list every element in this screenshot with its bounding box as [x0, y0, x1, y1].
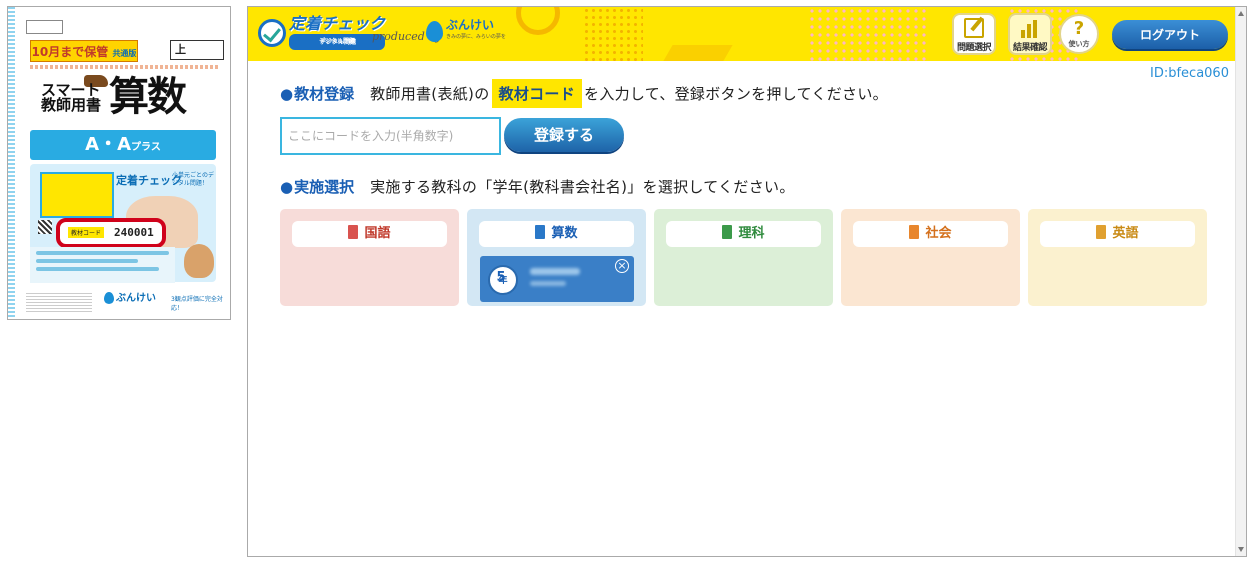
subject-panel-science: 理科	[654, 209, 833, 306]
register-title: 教材登録	[280, 83, 354, 104]
blurred-publisher-name	[530, 268, 580, 275]
edit-icon	[964, 18, 984, 38]
app-header: 定着チェック デジタル問題 produced by ぶんけい きみの夢に、みらい…	[248, 7, 1235, 61]
cover-title-small: スマート 教師用書	[41, 83, 101, 113]
nav-question-select-button[interactable]: 問題選択	[952, 13, 996, 55]
subject-chip-math[interactable]: 算数	[479, 221, 634, 247]
book-icon	[535, 225, 546, 239]
scroll-up-icon[interactable]	[1238, 11, 1244, 16]
cover-grade-suffix: プラス	[131, 142, 161, 153]
close-icon[interactable]: ×	[615, 259, 629, 273]
cover-keep-text: 10月まで保管	[31, 45, 109, 59]
subject-chip-japanese[interactable]: 国語	[292, 221, 447, 247]
user-id: ID:bfeca060	[1150, 66, 1229, 81]
checkmark-logo-icon	[258, 19, 286, 47]
publisher-tagline: きみの夢に、みらいの夢を	[446, 34, 506, 40]
cover-promo-screen	[40, 172, 114, 218]
cover-footnote	[26, 293, 92, 313]
cover-grade-band: A・Aプラス	[30, 130, 216, 160]
material-code-highlight: 教材コード	[491, 79, 583, 108]
register-desc-after: を入力して、登録ボタンを押してください。	[584, 85, 888, 103]
book-icon	[348, 225, 359, 239]
book-icon	[909, 225, 920, 239]
select-title: 実施選択	[280, 176, 354, 197]
logo-title: 定着チェック	[289, 14, 386, 33]
cover-binding-strip	[8, 7, 15, 319]
register-section-header: 教材登録 教師用書(表紙)の教材コードを入力して、登録ボタンを押してください。	[280, 79, 888, 108]
subject-panel-japanese: 国語	[280, 209, 459, 306]
cover-title-large: 算数	[109, 74, 187, 120]
subject-label: 算数	[551, 226, 578, 241]
scroll-down-icon[interactable]	[1238, 547, 1244, 552]
cover-feature-list	[30, 247, 175, 283]
vertical-scrollbar[interactable]	[1235, 7, 1246, 556]
subject-chip-social[interactable]: 社会	[853, 221, 1008, 247]
subject-chip-science[interactable]: 理科	[666, 221, 821, 247]
select-desc: 実施する教科の「学年(教科書会社名)」を選択してください。	[370, 178, 795, 196]
subject-label: 理科	[738, 226, 765, 241]
book-icon	[722, 225, 733, 239]
register-desc-before: 教師用書(表紙)の	[370, 85, 490, 103]
subject-chip-english[interactable]: 英語	[1040, 221, 1195, 247]
subject-label: 国語	[364, 226, 391, 241]
subject-panel-english: 英語	[1028, 209, 1207, 306]
nav-label: 結果確認	[1012, 43, 1048, 53]
cover-publisher-name: ぶんけい	[116, 293, 156, 304]
logout-button[interactable]: ログアウト	[1112, 20, 1228, 49]
subject-panel-social: 社会	[841, 209, 1020, 306]
subject-label: 英語	[1112, 226, 1139, 241]
cover-fine-print	[30, 65, 220, 69]
select-section-header: 実施選択 実施する教科の「学年(教科書会社名)」を選択してください。	[280, 176, 795, 197]
cover-promo-sub: 小単元ごとのデジタル問題！	[172, 172, 214, 187]
blurred-course-code	[530, 281, 566, 286]
app-logo[interactable]: 定着チェック デジタル問題	[258, 14, 386, 50]
dog-mascot-icon	[184, 244, 214, 278]
question-icon: ?	[1073, 18, 1085, 39]
cover-name-box	[26, 20, 63, 34]
cover-code-tag: 教材コード	[68, 227, 105, 238]
app-window: 定着チェック デジタル問題 produced by ぶんけい きみの夢に、みらい…	[247, 6, 1247, 557]
nav-how-to-button[interactable]: ? 使い方	[1059, 14, 1099, 54]
publisher-name: ぶんけい	[446, 18, 495, 32]
cover-code-box: 教材コード 240001	[56, 218, 166, 248]
grade-badge: 5年	[488, 265, 518, 295]
publisher-drop-icon	[104, 292, 114, 304]
qr-code-icon	[38, 220, 52, 234]
publisher-drop-icon	[426, 20, 443, 42]
subject-panel-math: 算数 5年 ×	[467, 209, 646, 306]
nav-result-check-button[interactable]: 結果確認	[1008, 13, 1052, 55]
publisher-logo: ぶんけい きみの夢に、みらいの夢を	[426, 19, 506, 43]
register-button[interactable]: 登録する	[504, 118, 624, 152]
textbook-cover-image: 10月まで保管 共通版 上 スマート 教師用書 算数 A・Aプラス 定着チェック…	[7, 6, 231, 320]
subject-panels: 国語 算数 5年 × 理科 社会 英語	[280, 209, 1207, 306]
logo-subtitle: デジタル問題	[289, 34, 386, 50]
nav-label: 問題選択	[956, 43, 992, 53]
cover-publisher-logo: ぶんけい	[104, 289, 156, 304]
cover-keep-label: 10月まで保管 共通版	[30, 40, 138, 62]
grade-number: 5	[496, 270, 506, 285]
material-code-input[interactable]	[280, 117, 501, 155]
cover-volume-label: 上	[170, 40, 224, 60]
bar-chart-icon	[1020, 18, 1040, 38]
nav-label: 使い方	[1068, 40, 1090, 48]
subject-label: 社会	[925, 226, 952, 241]
cover-grade-level: A・A	[85, 134, 132, 155]
course-card-math-grade5[interactable]: 5年 ×	[480, 256, 634, 302]
cover-code-value: 240001	[114, 226, 154, 239]
cover-eval-tag: 3観点評価に完全対応！	[171, 296, 223, 312]
cover-version-text: 共通版	[112, 49, 137, 58]
book-icon	[1096, 225, 1107, 239]
cover-title-line2: 教師用書	[41, 96, 102, 114]
